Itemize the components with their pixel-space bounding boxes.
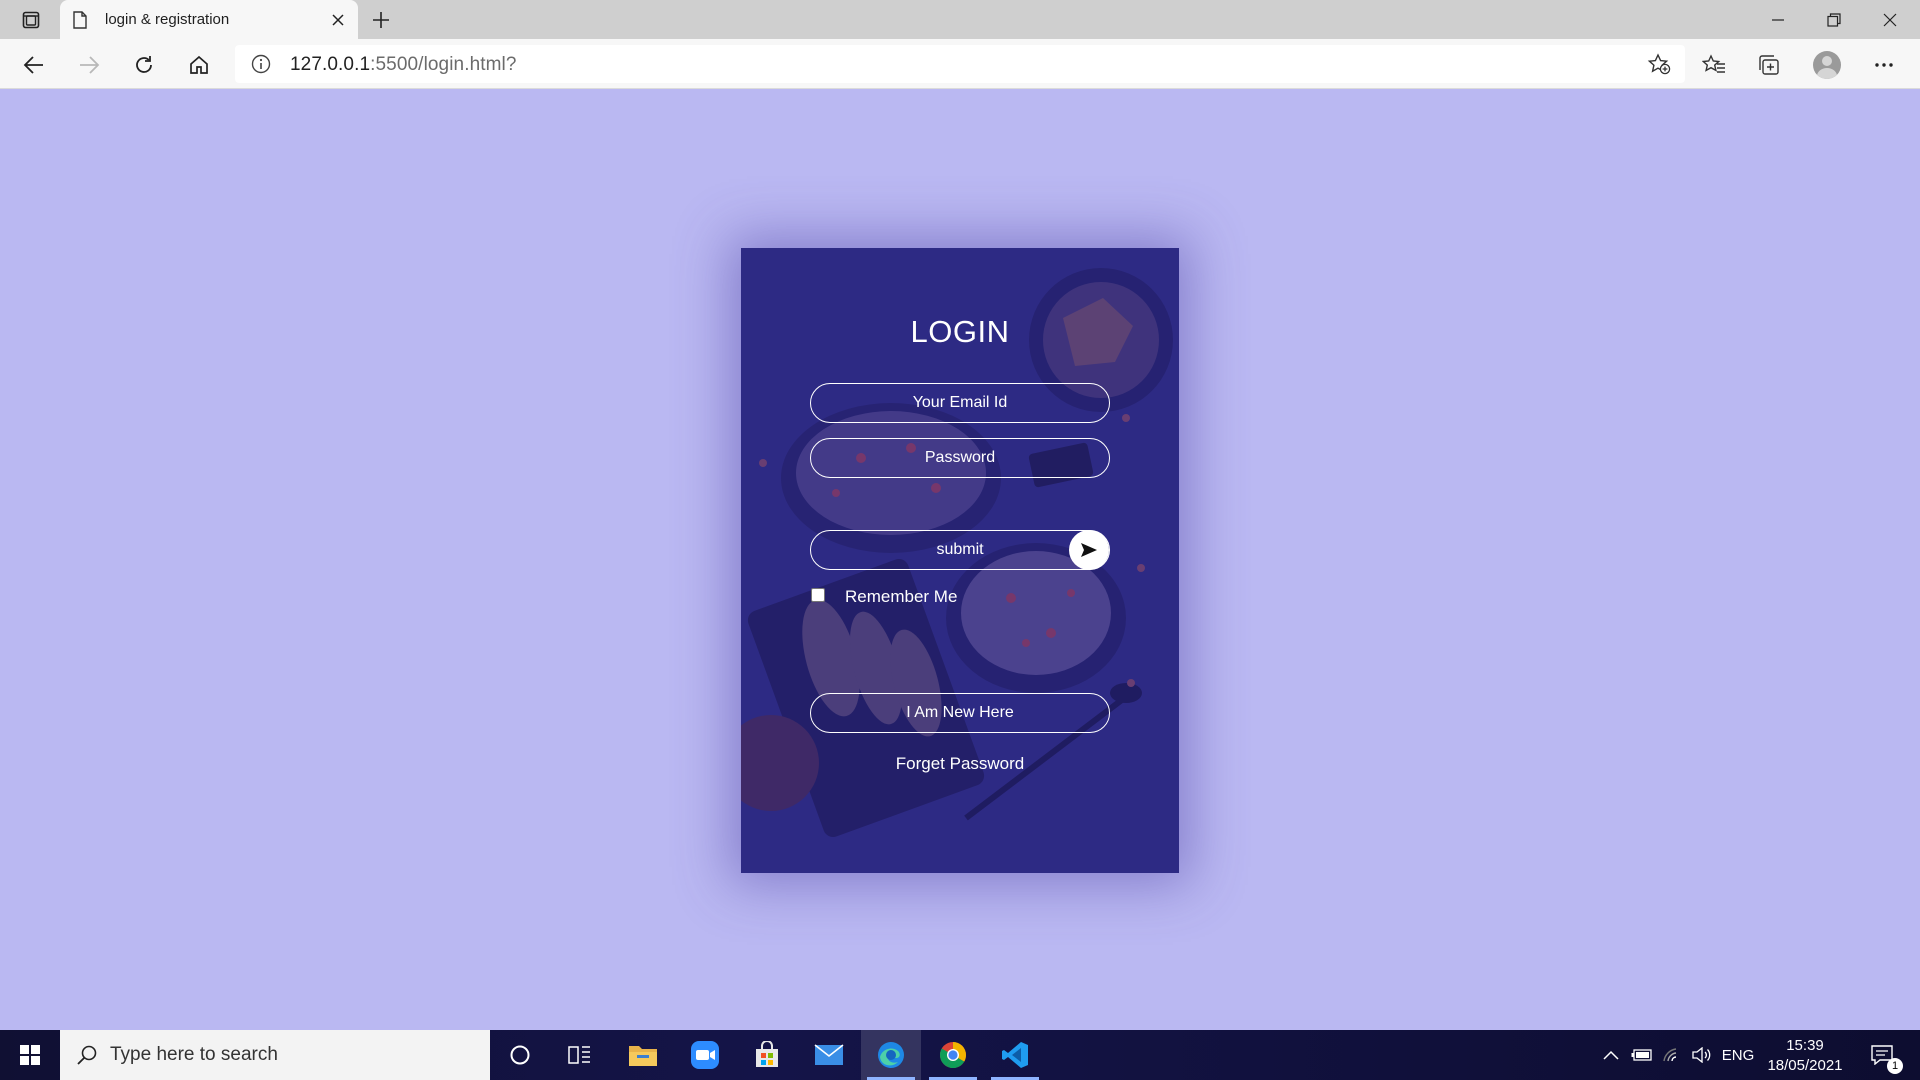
profile-button[interactable] — [1809, 47, 1845, 83]
zoom-button[interactable] — [675, 1030, 735, 1080]
tab-title: login & registration — [105, 11, 230, 28]
new-tab-button[interactable] — [366, 6, 396, 34]
clock[interactable]: 15:39 18/05/2021 — [1760, 1036, 1850, 1076]
login-title: LOGIN — [910, 314, 1010, 349]
edge-icon — [878, 1042, 904, 1068]
zoom-icon — [691, 1041, 719, 1069]
search-icon — [77, 1045, 97, 1065]
url-text: 127.0.0.1:5500/login.html? — [290, 54, 517, 76]
submit-label: submit — [936, 541, 984, 558]
chevron-up-icon — [1603, 1050, 1619, 1060]
new-here-button[interactable]: I Am New Here — [810, 693, 1110, 733]
battery-button[interactable] — [1628, 1030, 1656, 1080]
show-hidden-icons-button[interactable] — [1598, 1030, 1624, 1080]
collections-button[interactable] — [1751, 47, 1787, 83]
volume-button[interactable] — [1688, 1030, 1716, 1080]
chrome-icon — [939, 1042, 967, 1069]
forward-button[interactable] — [72, 48, 106, 82]
clock-date: 18/05/2021 — [1767, 1057, 1843, 1074]
address-bar[interactable]: 127.0.0.1:5500/login.html? — [235, 45, 1685, 83]
wifi-icon — [1663, 1048, 1677, 1062]
browser-toolbar: 127.0.0.1:5500/login.html? — [0, 39, 1920, 89]
home-icon — [190, 55, 208, 74]
plus-icon — [373, 12, 389, 28]
chrome-button[interactable] — [923, 1030, 983, 1080]
url-path: :5500/login.html? — [370, 54, 517, 75]
browser-tab-strip: login & registration — [0, 0, 1920, 39]
edge-button[interactable] — [861, 1030, 921, 1080]
favorites-button[interactable] — [1696, 47, 1732, 83]
favorites-icon — [1702, 54, 1725, 73]
password-input[interactable] — [810, 438, 1110, 478]
minimize-icon — [1772, 18, 1784, 21]
notification-badge: 1 — [1887, 1058, 1903, 1074]
refresh-icon — [136, 56, 152, 73]
remember-me-checkbox[interactable] — [811, 588, 825, 602]
file-explorer-button[interactable] — [613, 1030, 673, 1080]
clock-time: 15:39 — [1786, 1037, 1824, 1054]
cortana-icon — [510, 1045, 530, 1065]
page-icon — [73, 11, 87, 29]
tab-actions-icon — [22, 11, 40, 29]
restore-icon — [1827, 12, 1841, 27]
store-button[interactable] — [737, 1030, 797, 1080]
battery-icon — [1631, 1049, 1652, 1061]
vscode-button[interactable] — [985, 1030, 1045, 1080]
network-button[interactable] — [1658, 1030, 1686, 1080]
task-view-button[interactable] — [550, 1030, 610, 1080]
volume-icon — [1692, 1047, 1711, 1063]
send-arrow-icon — [1081, 543, 1097, 557]
back-icon — [23, 56, 43, 74]
restore-button[interactable] — [1806, 0, 1862, 39]
back-button[interactable] — [17, 48, 51, 82]
taskbar-search[interactable]: Type here to search — [60, 1030, 490, 1080]
store-icon — [756, 1041, 778, 1067]
submit-button[interactable]: submit — [810, 530, 1110, 570]
close-icon — [332, 14, 344, 26]
close-icon — [1883, 13, 1897, 26]
tab-login[interactable]: login & registration — [60, 0, 358, 39]
remember-me-label: Remember Me — [845, 587, 958, 606]
tab-actions-button[interactable] — [14, 6, 48, 34]
vscode-icon — [1002, 1042, 1028, 1068]
minimize-button[interactable] — [1750, 0, 1806, 39]
windows-taskbar: Type here to search ENG 15:39 18/05/2021… — [0, 1030, 1920, 1080]
start-button[interactable] — [0, 1030, 60, 1080]
url-host: 127.0.0.1 — [290, 54, 371, 75]
more-button[interactable] — [1866, 47, 1902, 83]
refresh-button[interactable] — [127, 48, 161, 82]
add-favorite-icon[interactable] — [1647, 53, 1671, 75]
login-card: LOGIN submit Remember Me I Am New Here F… — [741, 248, 1179, 873]
cortana-button[interactable] — [490, 1030, 550, 1080]
page-viewport: LOGIN submit Remember Me I Am New Here F… — [0, 89, 1920, 1030]
forget-password-link[interactable]: Forget Password — [741, 754, 1179, 774]
more-icon — [1875, 63, 1893, 67]
collections-icon — [1759, 55, 1779, 75]
new-here-label: I Am New Here — [906, 704, 1014, 721]
email-input[interactable] — [810, 383, 1110, 423]
task-view-icon — [568, 1046, 590, 1064]
submit-arrow-button[interactable] — [1069, 530, 1109, 570]
info-icon — [251, 54, 271, 74]
avatar-icon — [1813, 51, 1841, 79]
mail-icon — [814, 1044, 844, 1065]
file-explorer-icon — [629, 1046, 657, 1066]
forward-icon — [80, 56, 100, 74]
close-window-button[interactable] — [1862, 0, 1918, 39]
remember-me: Remember Me — [811, 583, 957, 607]
search-placeholder: Type here to search — [110, 1044, 278, 1065]
tab-close-button[interactable] — [326, 8, 350, 32]
home-button[interactable] — [182, 48, 216, 82]
mail-button[interactable] — [799, 1030, 859, 1080]
windows-start-icon — [20, 1045, 40, 1065]
language-indicator[interactable]: ENG — [1718, 1030, 1758, 1080]
